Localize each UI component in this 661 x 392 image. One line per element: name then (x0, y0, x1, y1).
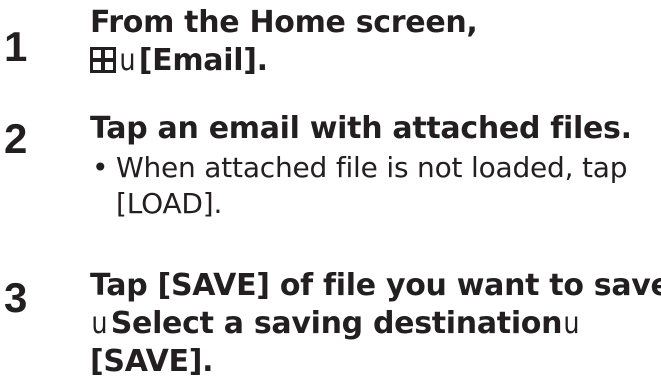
select-destination-text: Select a saving destination (110, 306, 563, 341)
step-body: Tap an email with attached files. • When… (90, 110, 657, 222)
email-menu-label: [Email]. (138, 43, 268, 78)
step-2-title: Tap an email with attached files. (90, 111, 632, 146)
step-2-note: • When attached file is not loaded, tap … (90, 150, 657, 222)
arrow-separator: u (563, 306, 580, 341)
step-1-line-1: From the Home screen, (90, 5, 478, 40)
step-3-line-3: [SAVE]. (90, 344, 214, 379)
note-bullet: • (92, 151, 109, 184)
note-line-1: When attached file is not loaded, tap (116, 151, 628, 184)
step-3-line-2: u Select a saving destinationu (90, 305, 657, 343)
step-number: 2 (4, 115, 28, 162)
step-3-line-1: Tap [SAVE] of file you want to save (90, 268, 661, 303)
step-body: Tap [SAVE] of file you want to save u Sel… (90, 267, 661, 381)
apps-grid-icon (90, 47, 116, 73)
note-line-2: [LOAD]. (116, 187, 223, 220)
arrow-separator: u (119, 43, 136, 78)
arrow-separator: u (91, 306, 108, 341)
step-body: From the Home screen, u [Email]. (90, 4, 657, 80)
step-1-line-2: u [Email]. (90, 42, 657, 80)
step-number: 3 (4, 274, 28, 321)
step-number: 1 (4, 23, 28, 70)
